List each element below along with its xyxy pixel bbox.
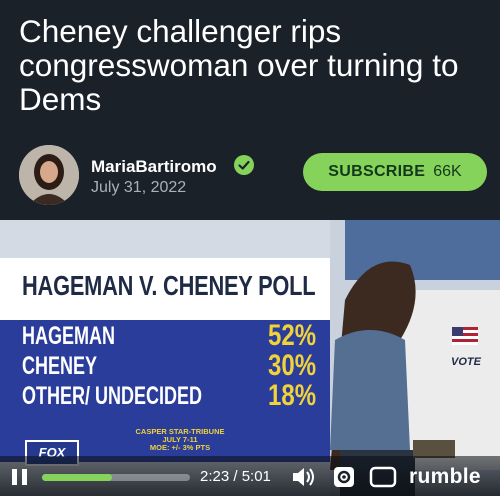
poll-row-name: HAGEMAN xyxy=(22,322,116,350)
theater-mode-icon[interactable] xyxy=(369,466,397,488)
rumble-logo[interactable]: rumble xyxy=(409,465,481,489)
channel-name[interactable]: MariaBartiromo xyxy=(91,157,217,177)
poll-title: HAGEMAN V. CHENEY POLL xyxy=(22,270,316,301)
settings-icon[interactable] xyxy=(333,466,355,488)
poll-row-value: 18% xyxy=(268,379,317,412)
subscribe-label: SUBSCRIBE xyxy=(328,163,426,180)
avatar[interactable] xyxy=(19,145,79,205)
poll-row-name: OTHER/ UNDECIDED xyxy=(22,382,203,410)
poll-row-name: CHENEY xyxy=(22,352,98,380)
channel-header: MariaBartiromo July 31, 2022 SUBSCRIBE 6… xyxy=(19,145,489,207)
poll-row-value: 30% xyxy=(268,349,317,382)
player-controls: 2:23 / 5:01 rumble xyxy=(0,456,500,496)
poll-source: CASPER STAR-TRIBUNE JULY 7-11 MOE: +/- 3… xyxy=(120,428,240,452)
upload-date: July 31, 2022 xyxy=(91,179,187,196)
verified-icon xyxy=(234,155,254,175)
poll-header: HAGEMAN V. CHENEY POLL xyxy=(0,258,330,320)
video-title: Cheney challenger rips congresswoman ove… xyxy=(19,13,459,117)
volume-icon[interactable] xyxy=(291,466,317,488)
subscribe-button[interactable]: SUBSCRIBE 66K xyxy=(303,153,487,191)
flag-icon xyxy=(450,323,482,353)
booth-sign: VOTE xyxy=(451,356,481,368)
time-display: 2:23 / 5:01 xyxy=(200,468,271,485)
source-line: MOE: +/- 3% PTS xyxy=(149,443,211,452)
poll-row-value: 52% xyxy=(268,319,317,352)
subscriber-count: 66K xyxy=(433,163,462,180)
video-frame[interactable]: VOTE HAGEMAN V. CHENEY POLL HAGEMAN 52% … xyxy=(0,220,500,496)
progress-bar[interactable] xyxy=(42,474,190,481)
pause-icon[interactable] xyxy=(12,469,29,485)
progress-fill xyxy=(42,474,113,481)
